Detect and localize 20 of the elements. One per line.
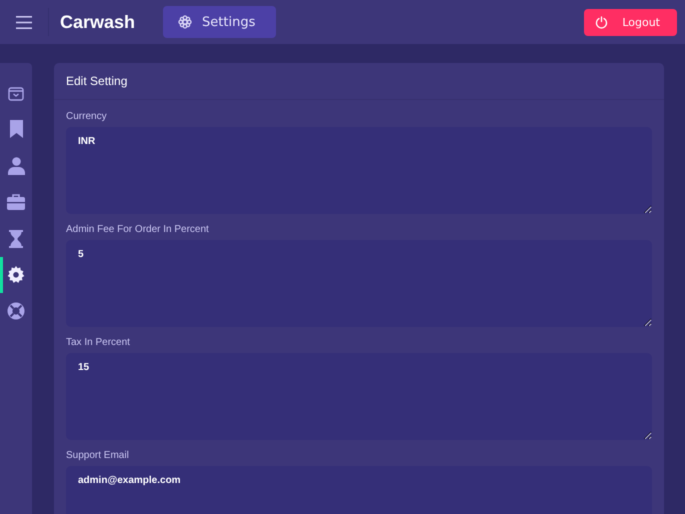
logout-button[interactable]: Logout xyxy=(584,8,677,36)
bookmark-icon xyxy=(8,120,24,138)
field-label: Support Email xyxy=(66,450,130,461)
field-label: Currency xyxy=(66,111,108,122)
card-title: Edit Setting xyxy=(66,74,128,88)
hourglass-icon xyxy=(9,230,23,248)
user-icon xyxy=(8,156,24,175)
field-label: Tax In Percent xyxy=(66,337,131,348)
settings-tab[interactable]: Settings xyxy=(163,6,276,38)
flower-icon xyxy=(178,15,192,29)
lifebuoy-icon xyxy=(7,302,25,320)
text-area[interactable]: INR xyxy=(66,127,652,214)
text-area[interactable]: 15 xyxy=(66,353,652,440)
field-label: Admin Fee For Order In Percent xyxy=(66,224,210,235)
settings-icon xyxy=(7,266,25,284)
text-area[interactable]: 5 xyxy=(66,240,652,327)
brand-name: Carwash xyxy=(60,12,136,32)
briefcase-icon xyxy=(7,194,25,210)
power-icon xyxy=(595,16,608,28)
text-area[interactable]: admin@example.com xyxy=(66,466,652,514)
